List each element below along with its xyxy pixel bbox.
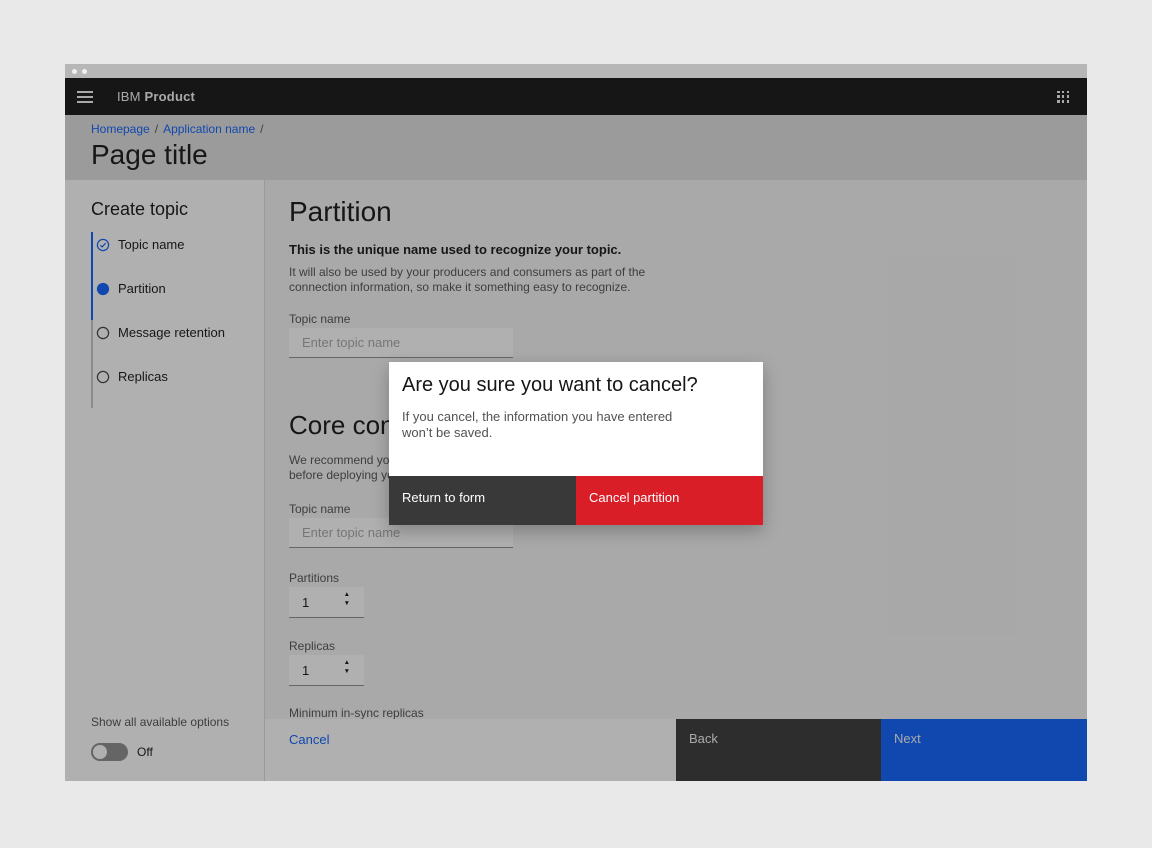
window-control-dot (72, 69, 77, 74)
modal-buttons: Return to form Cancel partition (389, 476, 763, 525)
window-control-dot (82, 69, 87, 74)
app-shell: IBM Product Homepage / Application name … (65, 78, 1087, 781)
cancel-confirmation-modal: Are you sure you want to cancel? If you … (389, 362, 763, 525)
window-chrome (65, 64, 1087, 78)
browser-window: IBM Product Homepage / Application name … (65, 64, 1087, 781)
cancel-partition-button[interactable]: Cancel partition (576, 476, 763, 525)
modal-body: If you cancel, the information you have … (389, 397, 763, 441)
return-to-form-button[interactable]: Return to form (389, 476, 576, 525)
modal-title: Are you sure you want to cancel? (389, 362, 763, 397)
